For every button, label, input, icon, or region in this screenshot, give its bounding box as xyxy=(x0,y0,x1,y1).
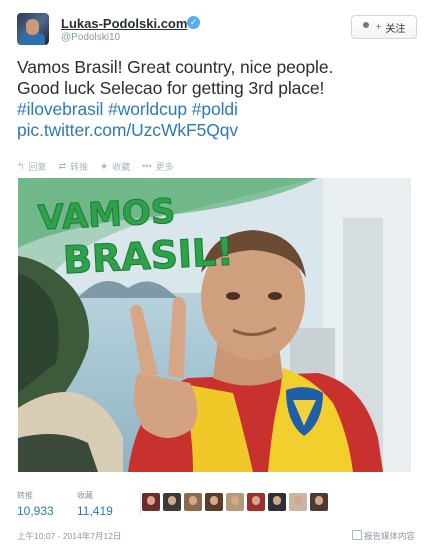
reply-action[interactable]: ↰ 回复 xyxy=(17,160,47,173)
tweet-hashtags[interactable]: #ilovebrasil #worldcup #poldi xyxy=(17,99,417,120)
favoriter-avatars xyxy=(142,493,328,511)
favorites-label: 收藏 xyxy=(77,491,93,500)
avatar[interactable] xyxy=(226,493,244,511)
avatar[interactable] xyxy=(268,493,286,511)
photo-text-brasil: BRASIL! xyxy=(62,230,235,283)
tweet-text: Vamos Brasil! Great country, nice people… xyxy=(17,57,417,141)
retweets-stat[interactable]: 转推 10,933 xyxy=(17,490,54,518)
avatar[interactable] xyxy=(247,493,265,511)
stats-divider xyxy=(140,492,141,516)
retweets-count: 10,933 xyxy=(17,504,54,518)
retweet-icon: ⇄ xyxy=(58,160,67,171)
retweet-action[interactable]: ⇄ 转推 xyxy=(59,160,89,173)
star-icon: ★ xyxy=(100,160,109,171)
flag-icon xyxy=(351,530,362,540)
favorites-stat[interactable]: 收藏 11,419 xyxy=(77,490,113,518)
tweet-timestamp[interactable]: 上午10:07 - 2014年7月12日 xyxy=(17,530,121,542)
follow-button[interactable]: + 关注 xyxy=(351,15,417,39)
tweet-photo[interactable]: VAMOS BRASIL! xyxy=(18,178,411,472)
verified-badge-icon: ✓ xyxy=(187,16,200,29)
more-action[interactable]: ••• 更多 xyxy=(142,160,173,173)
report-media-link[interactable]: 报告媒体内容 xyxy=(351,530,415,542)
tweet-line-2: Good luck Selecao for getting 3rd place! xyxy=(17,78,325,98)
reply-icon: ↰ xyxy=(17,160,25,171)
tweet-actions: ↰ 回复 ⇄ 转推 ★ 收藏 ••• 更多 xyxy=(17,160,186,172)
favorites-count: 11,419 xyxy=(77,504,113,518)
add-user-icon xyxy=(362,22,375,32)
avatar[interactable] xyxy=(184,493,202,511)
follow-button-label: 关注 xyxy=(385,23,406,35)
favorite-action[interactable]: ★ 收藏 xyxy=(100,160,130,173)
photo-text-vamos: VAMOS xyxy=(37,191,176,238)
tweet-media-link[interactable]: pic.twitter.com/UzcWkF5Qqv xyxy=(17,120,417,141)
tweet-line-1: Vamos Brasil! Great country, nice people… xyxy=(17,57,334,77)
tweet-header: Lukas-Podolski.com ✓ @Podolski10 + 关注 xyxy=(17,13,417,45)
avatar[interactable] xyxy=(17,13,49,45)
avatar[interactable] xyxy=(310,493,328,511)
tweet-stats: 转推 10,933 收藏 11,419 xyxy=(17,490,417,520)
avatar[interactable] xyxy=(205,493,223,511)
author-name[interactable]: Lukas-Podolski.com xyxy=(61,16,187,31)
author-handle[interactable]: @Podolski10 xyxy=(61,32,120,43)
retweets-label: 转推 xyxy=(17,491,33,500)
avatar[interactable] xyxy=(289,493,307,511)
avatar[interactable] xyxy=(142,493,160,511)
avatar[interactable] xyxy=(163,493,181,511)
more-icon: ••• xyxy=(142,161,152,171)
